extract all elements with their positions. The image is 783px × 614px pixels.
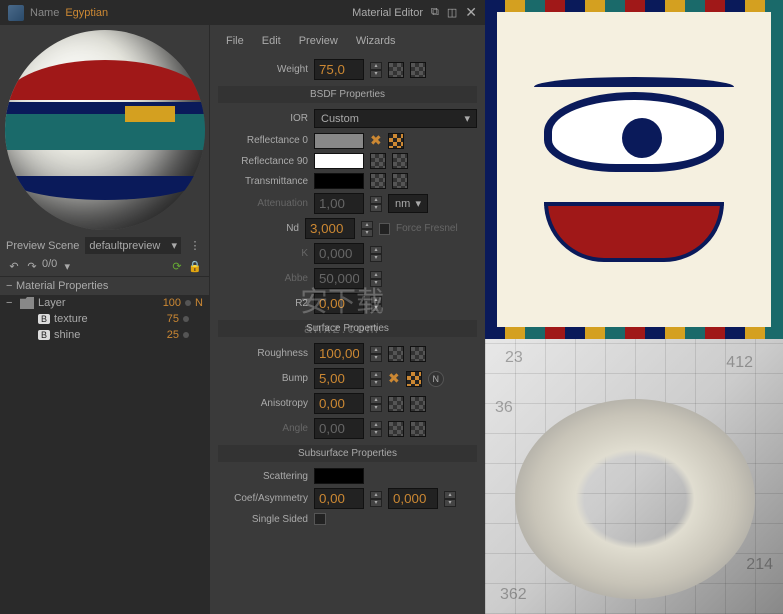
k-input [314,243,364,264]
scattering-swatch[interactable] [314,468,364,484]
bump-clear-icon[interactable]: ✖ [388,370,400,387]
transmittance-texture2[interactable] [392,173,408,189]
chevron-down-icon: ▾ [171,239,177,252]
nd-input[interactable] [305,218,355,239]
k-label: K [218,248,308,259]
spinner-down[interactable]: ▾ [370,70,382,78]
r2-label: R2 [218,298,308,309]
reflectance0-texture[interactable] [388,133,404,149]
reflectance90-texture[interactable] [370,153,386,169]
tree-collapse-icon[interactable]: − [6,280,16,292]
anisotropy-input[interactable] [314,393,364,414]
roughness-texture[interactable] [388,346,404,362]
reflectance0-label: Reflectance 0 [218,135,308,146]
r2-input[interactable] [314,293,364,314]
tree-row-shine[interactable]: B shine 25 [0,327,209,343]
single-sided-checkbox[interactable] [314,513,326,525]
lock-icon[interactable]: 🔒 [187,258,203,274]
subsurface-header: Subsurface Properties [218,445,477,462]
window-title: Material Editor [352,7,423,19]
close-icon[interactable]: ✕ [465,4,477,21]
abbe-input [314,268,364,289]
angle-input [314,418,364,439]
bump-label: Bump [218,373,308,384]
scene-options-icon[interactable]: ⋮ [187,238,203,254]
transmittance-swatch[interactable] [314,173,364,189]
dock-icon[interactable]: ⧉ [431,6,439,19]
attenuation-input [314,193,364,214]
weight-input[interactable] [314,59,364,80]
reflectance0-swatch[interactable] [314,133,364,149]
attenuation-unit: nm▾ [388,194,428,213]
weight-texture-slot2[interactable] [410,62,426,78]
history-dropdown-icon[interactable]: ▾ [59,258,75,274]
tree-toggle-icon[interactable]: − [6,297,16,309]
app-icon [8,5,24,21]
force-fresnel-label: Force Fresnel [396,223,477,234]
reflectance90-label: Reflectance 90 [218,156,308,167]
attenuation-label: Attenuation [218,198,308,209]
clear-icon[interactable]: ✖ [370,132,382,149]
asym-input[interactable] [388,488,438,509]
bump-texture[interactable] [406,371,422,387]
chevron-down-icon: ▾ [464,112,470,125]
bsdf-header: BSDF Properties [218,86,477,103]
ior-label: IOR [218,113,308,124]
tree-row-texture[interactable]: B texture 75 [0,311,209,327]
redo-icon[interactable]: ↷ [24,258,40,274]
angle-texture [388,421,404,437]
spinner-up[interactable]: ▴ [370,62,382,70]
history-counter: 0/0 [42,258,57,274]
refresh-icon[interactable]: ⟳ [169,258,185,274]
titlebar: Name Egyptian Material Editor ⧉ ◫ ✕ [0,0,485,25]
texture-preview-eye [485,0,783,339]
reflectance90-texture2[interactable] [392,153,408,169]
menu-edit[interactable]: Edit [262,35,281,47]
menubar: File Edit Preview Wizards [218,31,477,51]
material-name[interactable]: Egyptian [65,7,108,19]
reflectance90-swatch[interactable] [314,153,364,169]
transmittance-label: Transmittance [218,176,308,187]
coef-input[interactable] [314,488,364,509]
roughness-texture2[interactable] [410,346,426,362]
ior-dropdown[interactable]: Custom▾ [314,109,477,128]
maximize-icon[interactable]: ◫ [447,6,457,19]
preview-scene-label: Preview Scene [6,240,79,252]
scattering-label: Scattering [218,471,308,482]
angle-texture2 [410,421,426,437]
menu-preview[interactable]: Preview [299,35,338,47]
weight-texture-slot[interactable] [388,62,404,78]
tree-row-layer[interactable]: − Layer 100 N [0,295,209,311]
anisotropy-texture2[interactable] [410,396,426,412]
menu-wizards[interactable]: Wizards [356,35,396,47]
roughness-label: Roughness [218,348,308,359]
transmittance-texture[interactable] [370,173,386,189]
anisotropy-label: Anisotropy [218,398,308,409]
material-preview [5,30,205,230]
roughness-input[interactable] [314,343,364,364]
folder-icon [20,297,34,309]
bump-normal-icon[interactable]: N [428,371,444,387]
single-sided-label: Single Sided [218,514,308,525]
name-label: Name [30,7,59,19]
anisotropy-texture[interactable] [388,396,404,412]
bump-input[interactable] [314,368,364,389]
surface-header: Surface Properties [218,320,477,337]
weight-label: Weight [218,64,308,75]
force-fresnel-checkbox[interactable] [379,223,390,235]
angle-label: Angle [218,423,308,434]
material-tree: − Material Properties − Layer 100 N B te… [0,277,209,614]
coef-asym-label: Coef/Asymmetry [218,493,308,504]
abbe-label: Abbe [218,273,308,284]
preview-scene-dropdown[interactable]: defaultpreview▾ [85,237,181,254]
menu-file[interactable]: File [226,35,244,47]
undo-icon[interactable]: ↶ [6,258,22,274]
nd-label: Nd [218,223,299,234]
tree-header-label: Material Properties [16,280,108,292]
render-preview-torus: 23 412 36 214 362 [485,339,783,614]
